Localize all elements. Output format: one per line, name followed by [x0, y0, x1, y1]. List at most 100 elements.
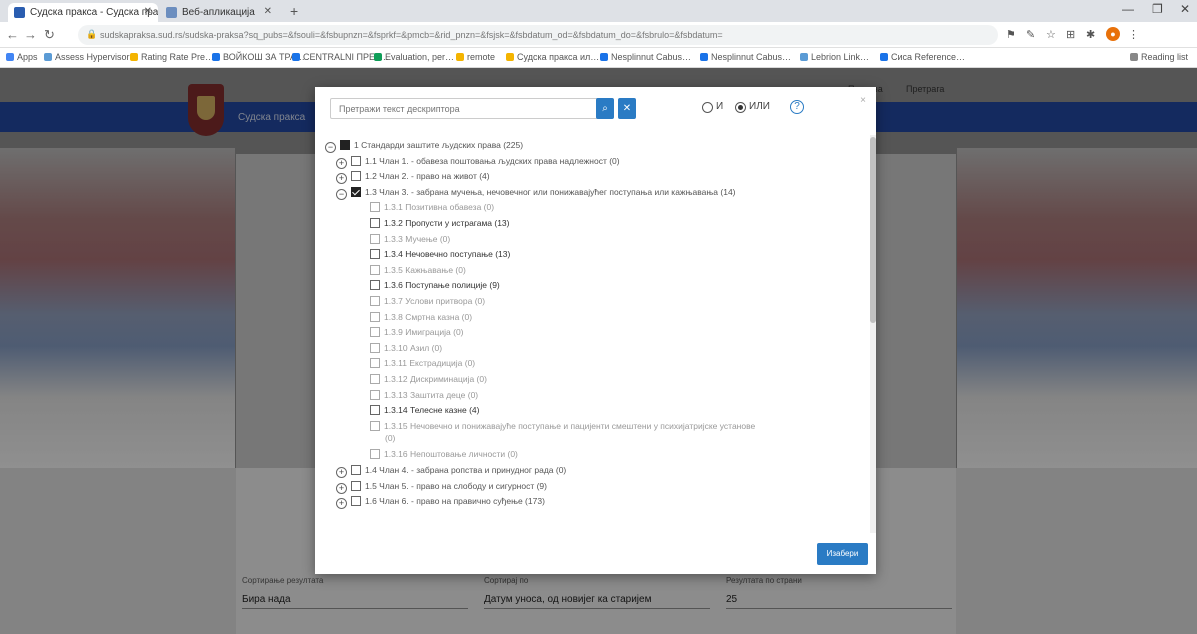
- close-icon[interactable]: ×: [860, 95, 866, 106]
- radio-or[interactable]: [735, 102, 746, 113]
- bookmark[interactable]: Сиса Reference…: [880, 52, 965, 62]
- tree-checkbox[interactable]: [370, 249, 380, 260]
- tree-node[interactable]: 1.3.3 Мучење (0): [370, 233, 450, 247]
- bookmark[interactable]: Nesplinnut Cabus…: [700, 52, 791, 62]
- tree-checkbox[interactable]: [370, 358, 380, 369]
- tree-node[interactable]: 1.3.11 Екстрадиција (0): [370, 357, 475, 371]
- tree-checkbox[interactable]: [351, 155, 361, 166]
- extension-icon[interactable]: ✱: [1086, 28, 1095, 41]
- tree-node[interactable]: − 1 Стандарди заштите људских права (225): [325, 139, 523, 153]
- tree-checkbox[interactable]: [370, 342, 380, 353]
- tree-checkbox[interactable]: [370, 218, 380, 228]
- tree-node[interactable]: 1.3.6 Поступање полиције (9): [370, 279, 500, 293]
- star-icon[interactable]: ☆: [1046, 28, 1056, 41]
- tree-node[interactable]: − 1.3 Члан 3. - забрана мучења, нечовечно…: [336, 186, 736, 200]
- new-tab-icon[interactable]: +: [290, 3, 298, 19]
- tree-checkbox[interactable]: [370, 389, 380, 400]
- descriptor-search-input[interactable]: [330, 98, 607, 119]
- tree-node[interactable]: 1.3.13 Заштита деце (0): [370, 389, 478, 403]
- tree-checkbox[interactable]: [370, 202, 380, 213]
- tree-node-label: 1.2 Члан 2. - право на живот (4): [365, 171, 490, 182]
- tree-checkbox[interactable]: [370, 280, 380, 291]
- tree-node[interactable]: 1.3.4 Нечовечно поступање (13): [370, 248, 510, 262]
- tree-node[interactable]: 1.3.8 Смртна казна (0): [370, 311, 472, 325]
- collapse-icon[interactable]: −: [336, 188, 347, 200]
- url-field[interactable]: 🔒 sudskapraksa.sud.rs/sudska-praksa?sq_p…: [78, 25, 998, 45]
- collapse-icon[interactable]: −: [325, 142, 336, 153]
- profile-icon[interactable]: ●: [1106, 27, 1120, 41]
- bookmark[interactable]: Судска пракса ил…: [506, 52, 599, 62]
- reload-icon[interactable]: ↻: [44, 27, 55, 43]
- choose-button[interactable]: Изабери: [817, 543, 868, 565]
- tree-checkbox[interactable]: [370, 374, 380, 384]
- tree-checkbox[interactable]: [370, 420, 380, 431]
- tree-checkbox[interactable]: [370, 449, 380, 460]
- tree-node[interactable]: +1.6 Члан 6. - право на правично суђење …: [336, 495, 545, 510]
- window-close-icon[interactable]: ✕: [1180, 2, 1190, 16]
- clear-button[interactable]: ✕: [618, 98, 636, 119]
- bookmark[interactable]: Assess Hypervisor: [44, 52, 130, 62]
- bookmark[interactable]: Lebrion Link…: [800, 52, 869, 62]
- tree-node[interactable]: +1.4 Члан 4. - забрана ропства и принудн…: [336, 464, 566, 478]
- tree-checkbox[interactable]: [351, 496, 361, 507]
- expand-icon[interactable]: +: [336, 467, 347, 478]
- close-icon[interactable]: ✕: [264, 6, 272, 17]
- tree-node[interactable]: +1.1 Члан 1. - обавеза поштовања људских…: [336, 155, 620, 169]
- tree-node-label: 1.1 Члан 1. - обавеза поштовања људских …: [365, 155, 620, 166]
- tree-checkbox[interactable]: [370, 311, 380, 322]
- minimize-icon[interactable]: —: [1122, 2, 1134, 16]
- tree-node[interactable]: 1.3.12 Дискриминација (0): [370, 373, 487, 387]
- tree-node[interactable]: +1.5 Члан 5. - право на слободу и сигурн…: [336, 480, 547, 494]
- tree-checkbox[interactable]: [370, 233, 380, 244]
- browser-tab-active[interactable]: Судска пракса - Судска пракса ✕: [8, 3, 158, 22]
- expand-icon[interactable]: +: [336, 173, 347, 185]
- tree-node[interactable]: 1.3.2 Пропусти у истрагама (13): [370, 217, 510, 231]
- extension-icon[interactable]: ⚑: [1006, 28, 1016, 41]
- tree-node[interactable]: 1.3.16 Непоштовање личности (0): [370, 448, 518, 462]
- tree-checkbox[interactable]: [351, 186, 361, 197]
- tree-checkbox[interactable]: [351, 465, 361, 475]
- forward-icon[interactable]: →: [24, 27, 37, 42]
- tree-node[interactable]: 1.3.15 Нечовечно и понижавајуће поступањ…: [370, 420, 755, 434]
- tree-checkbox[interactable]: [370, 327, 380, 338]
- scrollbar-thumb[interactable]: [870, 137, 876, 323]
- back-icon[interactable]: ←: [6, 27, 19, 42]
- maximize-icon[interactable]: ❐: [1152, 2, 1163, 16]
- reading-list[interactable]: Reading list: [1130, 52, 1188, 62]
- tree-checkbox[interactable]: [351, 480, 361, 491]
- tree-scrollbar[interactable]: [870, 135, 876, 533]
- help-icon[interactable]: ?: [790, 100, 804, 114]
- expand-icon[interactable]: +: [336, 157, 347, 169]
- search-button[interactable]: ⌕: [596, 98, 614, 119]
- browser-tab[interactable]: Веб-апликација ✕: [160, 3, 278, 22]
- tree-node[interactable]: +1.2 Члан 2. - право на живот (4): [336, 170, 490, 185]
- bookmark[interactable]: Evaluation, per…: [374, 52, 454, 62]
- favicon-icon: [166, 7, 177, 18]
- tree-checkbox[interactable]: [351, 171, 361, 182]
- expand-icon[interactable]: +: [336, 498, 347, 510]
- tree-node[interactable]: 1.3.5 Кажњавање (0): [370, 264, 466, 278]
- tree-node[interactable]: 1.3.10 Азил (0): [370, 342, 442, 356]
- menu-icon[interactable]: ⋮: [1128, 28, 1139, 41]
- tree-node-label: 1.3.4 Нечовечно поступање (13): [384, 249, 511, 260]
- tree-node[interactable]: 1.3.1 Позитивна обавеза (0): [370, 201, 494, 215]
- puzzle-icon[interactable]: ⊞: [1066, 28, 1075, 41]
- bookmark[interactable]: Rating Rate Pre…: [130, 52, 214, 62]
- tree-node[interactable]: 1.3.7 Услови притвора (0): [370, 295, 485, 309]
- bookmark[interactable]: Apps: [6, 52, 38, 62]
- bookmark[interactable]: remote: [456, 52, 495, 62]
- bookmark[interactable]: ВОЙКОШ ЗА ТРА…: [212, 52, 305, 62]
- tree-checkbox[interactable]: [370, 264, 380, 275]
- tree-node-label: 1.3.8 Смртна казна (0): [384, 311, 473, 322]
- expand-icon[interactable]: +: [336, 482, 347, 494]
- tree-node[interactable]: 1.3.14 Телесне казне (4): [370, 404, 479, 418]
- radio-and[interactable]: [702, 102, 713, 113]
- tree-checkbox[interactable]: [370, 405, 380, 416]
- tree-node-label: 1.6 Члан 6. - право на правично суђење (…: [365, 496, 545, 507]
- extension-icon[interactable]: ✎: [1026, 28, 1035, 41]
- tree-node[interactable]: 1.3.9 Имиграција (0): [370, 326, 464, 340]
- close-icon[interactable]: ✕: [144, 6, 152, 17]
- tree-checkbox[interactable]: [370, 296, 380, 306]
- bookmark[interactable]: Nesplinnut Cabus…: [600, 52, 691, 62]
- tree-checkbox[interactable]: [340, 140, 350, 150]
